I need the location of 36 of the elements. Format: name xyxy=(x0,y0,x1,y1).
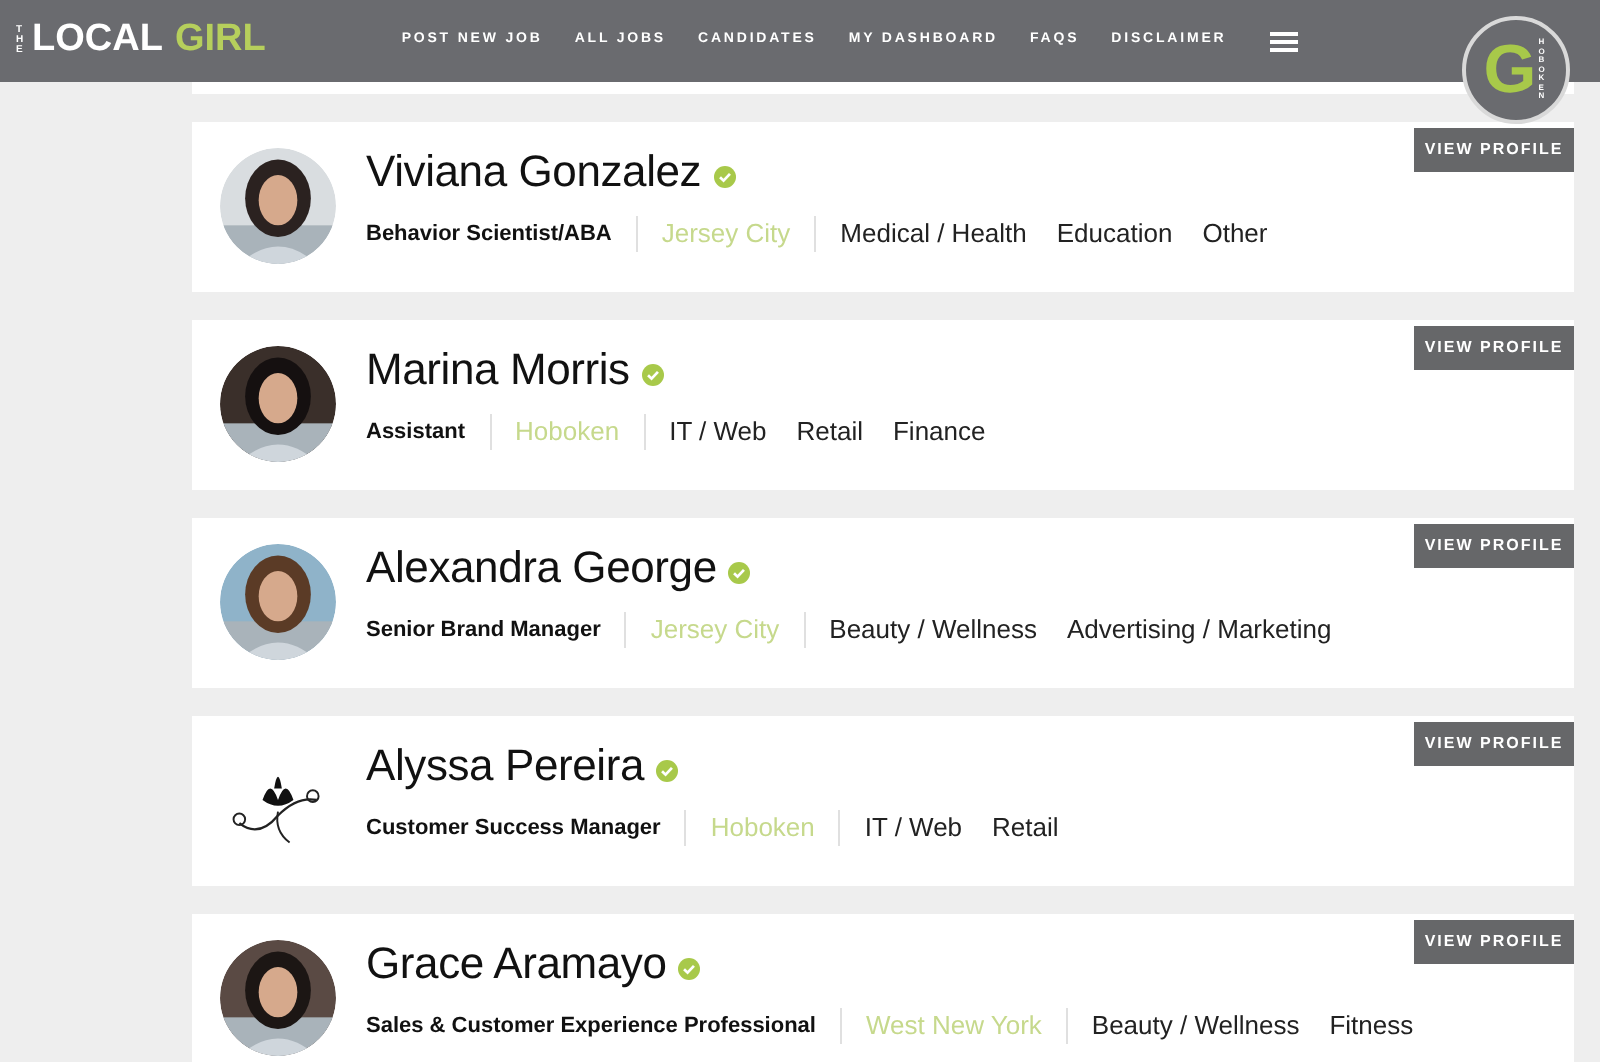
category: Retail xyxy=(992,810,1059,846)
category: Fitness xyxy=(1329,1008,1414,1044)
category: Education xyxy=(1056,216,1173,252)
category: Advertising / Marketing xyxy=(1066,612,1332,648)
category: Beauty / Wellness xyxy=(1091,1008,1300,1044)
candidate-name[interactable]: Viviana Gonzalez xyxy=(366,142,702,202)
candidate-name[interactable]: Grace Aramayo xyxy=(366,934,667,994)
category: Retail xyxy=(796,414,863,450)
candidate-name[interactable]: Alexandra George xyxy=(366,538,717,598)
category: Other xyxy=(1202,216,1268,252)
location: Hoboken xyxy=(513,414,622,450)
category: Beauty / Wellness xyxy=(829,612,1037,648)
menu-icon[interactable] xyxy=(1270,31,1299,51)
logo-girl[interactable]: GIRL xyxy=(174,12,266,70)
location: Hoboken xyxy=(708,810,817,846)
candidate-name[interactable]: Marina Morris xyxy=(366,340,630,400)
location: West New York xyxy=(863,1008,1044,1044)
job-title: Behavior Scientist/ABA xyxy=(366,219,614,249)
category: Finance xyxy=(892,414,986,450)
view-profile-button[interactable]: VIEW PROFILE xyxy=(1414,722,1574,766)
job-title: Senior Brand Manager xyxy=(366,615,603,645)
job-title: Sales & Customer Experience Professional xyxy=(366,1011,818,1041)
job-title: Assistant xyxy=(366,417,468,447)
candidate-name[interactable]: Alyssa Pereira xyxy=(366,736,645,796)
view-profile-button[interactable]: VIEW PROFILE xyxy=(1414,524,1574,568)
location: Jersey City xyxy=(659,216,793,252)
view-profile-button[interactable]: VIEW PROFILE xyxy=(1414,326,1574,370)
badge-letter: G xyxy=(1483,36,1537,104)
category: IT / Web xyxy=(669,414,767,450)
job-title: Customer Success Manager xyxy=(366,813,663,843)
category: Medical / Health xyxy=(840,216,1027,252)
view-profile-button[interactable]: VIEW PROFILE xyxy=(1414,128,1574,172)
logo-local[interactable]: LOCAL xyxy=(32,12,163,70)
category: IT / Web xyxy=(864,810,963,846)
view-profile-button[interactable]: VIEW PROFILE xyxy=(1414,920,1574,964)
location: Jersey City xyxy=(648,612,782,648)
